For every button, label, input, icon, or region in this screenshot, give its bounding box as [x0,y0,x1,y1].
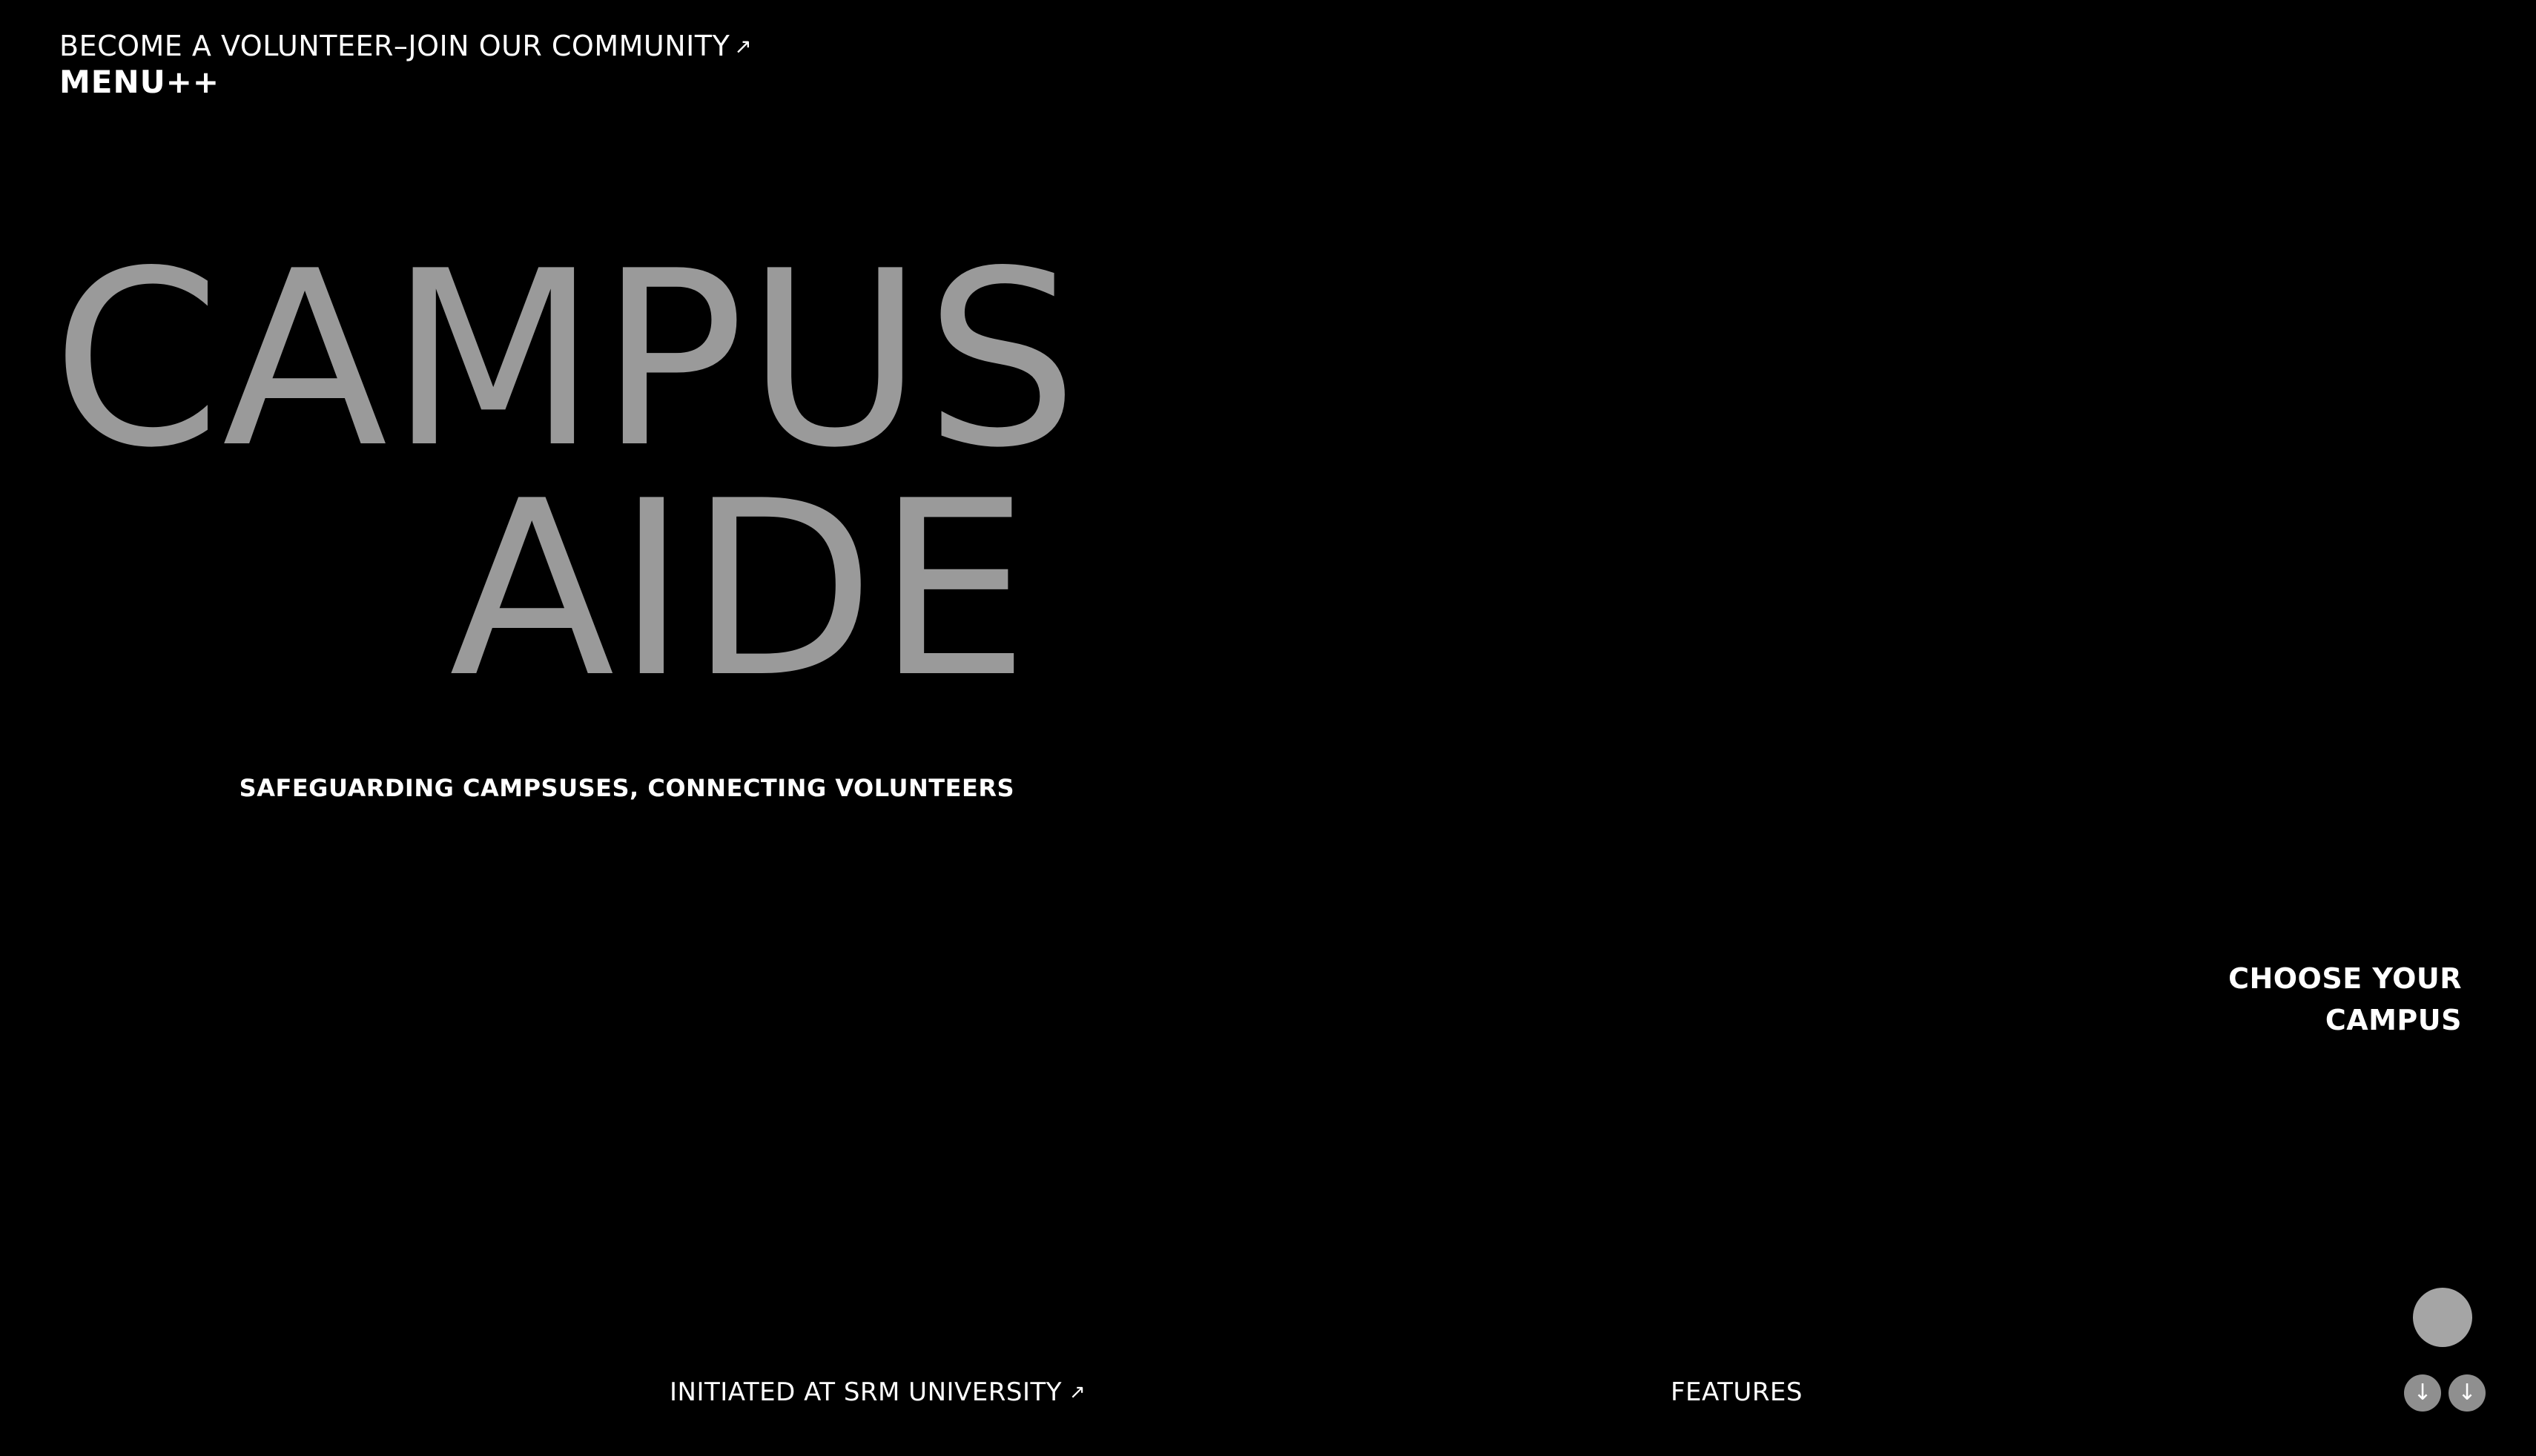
srm-university-link[interactable]: INITIATED AT SRM UNIVERSITY ↗ [670,1376,1086,1409]
hero-title-line-2: AIDE [449,449,1031,730]
arrow-up-right-icon: ↗ [1069,1381,1086,1403]
scroll-down-button-1[interactable]: ↓ [2404,1374,2441,1412]
choose-campus-button[interactable]: CHOOSE YOUR CAMPUS [2228,958,2462,1041]
scroll-down-button-2[interactable]: ↓ [2449,1374,2486,1412]
choose-campus-line-2: CAMPUS [2325,1004,2462,1036]
choose-campus-line-1: CHOOSE YOUR [2228,962,2462,995]
hero-title: CAMPUS AIDE [52,219,1080,730]
arrow-up-right-icon: ↗ [734,34,753,59]
hero-tagline: SAFEGUARDING CAMPSUSES, CONNECTING VOLUN… [239,774,1014,802]
arrow-down-icon: ↓ [2457,1380,2477,1406]
hero-title-line-1: CAMPUS [52,219,1080,500]
menu-button[interactable]: MENU++ [59,64,219,101]
become-volunteer-link[interactable]: BECOME A VOLUNTEER–JOIN OUR COMMUNITY ↗ [59,28,752,64]
become-volunteer-label: BECOME A VOLUNTEER–JOIN OUR COMMUNITY [59,30,730,62]
features-link[interactable]: FEATURES [1671,1376,1803,1409]
arrow-down-icon: ↓ [2413,1380,2432,1406]
srm-university-label: INITIATED AT SRM UNIVERSITY [670,1377,1063,1407]
circle-button[interactable] [2413,1288,2472,1347]
